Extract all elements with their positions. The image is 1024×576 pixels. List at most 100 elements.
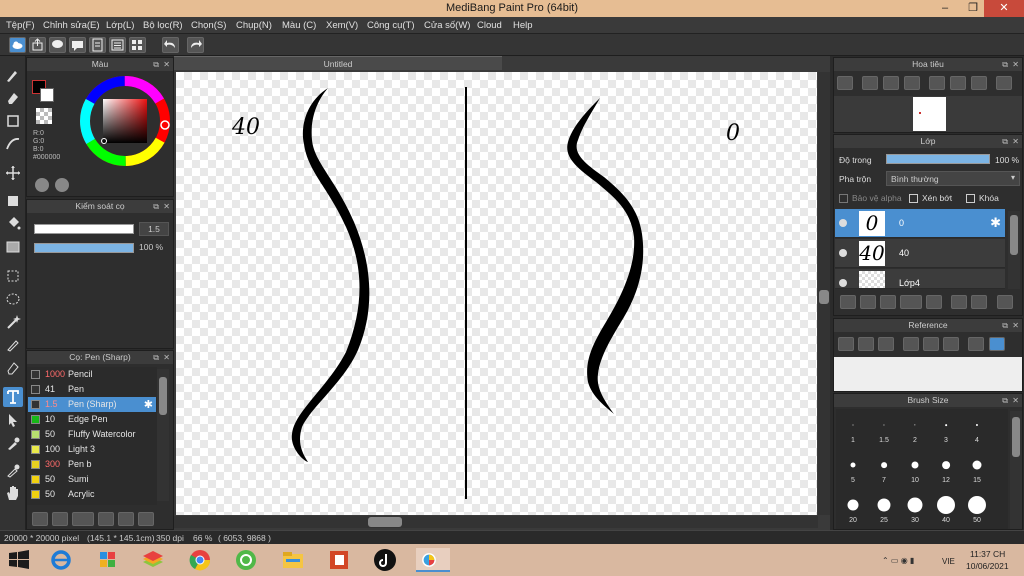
bucket-tool-icon[interactable] <box>3 214 23 234</box>
minimize-button[interactable]: – <box>932 0 958 17</box>
menu-help[interactable]: Help <box>513 20 533 31</box>
menu-tools[interactable]: Công cụ(T) <box>367 20 415 31</box>
eyedropper-tool-icon[interactable] <box>3 460 23 480</box>
bluestacks-icon[interactable] <box>140 548 166 572</box>
menu-file[interactable]: Tệp(F) <box>6 20 35 31</box>
navigator-preview[interactable] <box>834 96 1022 132</box>
menu-layer[interactable]: Lớp(L) <box>106 20 134 31</box>
folder-icon[interactable] <box>118 512 134 526</box>
internet-explorer-icon[interactable] <box>48 548 74 572</box>
rectangle-tool-icon[interactable] <box>3 111 23 131</box>
move-tool-icon[interactable] <box>3 163 23 183</box>
zoom-in-alt-icon[interactable] <box>862 76 878 90</box>
document-icon[interactable] <box>89 37 106 53</box>
new-halftone-layer-icon[interactable] <box>860 295 876 309</box>
green-app-icon[interactable] <box>233 548 259 572</box>
layer-row[interactable]: 40 40 <box>835 239 1005 268</box>
brush-list-item[interactable]: 41 Pen <box>28 382 156 397</box>
gradient-tool-icon[interactable] <box>3 237 23 257</box>
share-icon[interactable] <box>29 37 46 53</box>
brush-size-preset[interactable]: 2 <box>900 411 930 447</box>
hand-icon[interactable] <box>989 337 1005 351</box>
brush-size-preset[interactable]: 50 <box>962 491 992 527</box>
clock-date[interactable]: 10/06/2021 <box>966 561 1009 571</box>
new-8bit-layer-icon[interactable] <box>880 295 896 309</box>
brush-list-item[interactable]: 300 Pen b <box>28 457 156 472</box>
panel-close-icon[interactable]: ✕ <box>1012 319 1019 332</box>
layer-folder-icon[interactable] <box>926 295 942 309</box>
brush-tool-icon[interactable] <box>3 65 23 85</box>
flip-icon[interactable] <box>996 76 1012 90</box>
chrome-icon[interactable] <box>187 548 213 572</box>
cloud-icon[interactable] <box>838 337 854 351</box>
brush-size-preset[interactable]: 5 <box>838 451 868 487</box>
brush-size-value[interactable]: 1.5 <box>139 222 169 236</box>
tiktok-icon[interactable] <box>372 548 398 572</box>
transparent-color-swatch[interactable] <box>36 108 52 124</box>
new-layer-icon[interactable] <box>840 295 856 309</box>
fill-rect-tool-icon[interactable] <box>3 191 23 211</box>
brush-size-scrollbar[interactable] <box>1010 411 1022 529</box>
trash-icon[interactable] <box>997 295 1013 309</box>
clock-time[interactable]: 11:37 CH <box>970 549 1005 559</box>
cloud-icon[interactable] <box>9 37 26 53</box>
brush-list-item[interactable]: 50 Fluffy Watercolor <box>28 427 156 442</box>
list-icon[interactable] <box>109 37 126 53</box>
message-icon[interactable] <box>69 37 86 53</box>
panel-close-icon[interactable]: ✕ <box>1012 394 1019 407</box>
file-explorer-icon[interactable] <box>280 548 306 572</box>
reset-view-icon[interactable] <box>950 76 966 90</box>
duplicate-layer-icon[interactable] <box>951 295 967 309</box>
zoom-in-icon[interactable] <box>837 76 853 90</box>
brush-size-preset[interactable]: 12 <box>931 451 961 487</box>
brush-opacity-slider[interactable] <box>34 243 134 253</box>
gear-icon[interactable]: ✱ <box>990 215 1001 231</box>
panel-close-icon[interactable]: ✕ <box>163 200 170 213</box>
undock-icon[interactable]: ⧉ <box>1002 135 1008 148</box>
layer-opacity-slider[interactable] <box>886 154 990 164</box>
blend-mode-select[interactable]: Bình thường ▾ <box>886 171 1020 186</box>
hand-tool-icon[interactable] <box>3 483 23 503</box>
brush-size-preset[interactable]: 40 <box>931 491 961 527</box>
open-folder-icon[interactable] <box>858 337 874 351</box>
redo-icon[interactable] <box>187 37 204 53</box>
brush-list-item[interactable]: 50 Sumi <box>28 472 156 487</box>
layer-row[interactable]: Lớp4 <box>835 269 1005 289</box>
brush-list-item[interactable]: 10 Edge Pen <box>28 412 156 427</box>
undock-icon[interactable]: ⧉ <box>1002 58 1008 71</box>
reference-view[interactable] <box>834 357 1022 391</box>
new-brush-icon[interactable] <box>52 512 68 526</box>
undock-icon[interactable]: ⧉ <box>153 200 159 213</box>
text-tool-icon[interactable] <box>3 387 23 407</box>
fit-icon[interactable] <box>883 76 899 90</box>
zoom-out-icon[interactable] <box>943 337 959 351</box>
duplicate-icon[interactable] <box>138 512 154 526</box>
close-reference-icon[interactable] <box>878 337 894 351</box>
eyedropper-icon[interactable] <box>968 337 984 351</box>
add-brush-icon[interactable] <box>72 512 94 526</box>
brush-size-preset[interactable]: 10 <box>900 451 930 487</box>
language-indicator[interactable]: VIE <box>942 557 955 566</box>
lock-checkbox[interactable] <box>966 194 975 203</box>
menu-select[interactable]: Chọn(S) <box>191 20 226 31</box>
select-pen-tool-icon[interactable] <box>3 335 23 355</box>
panel-close-icon[interactable]: ✕ <box>1012 58 1019 71</box>
brush-size-preset[interactable]: 7 <box>869 451 899 487</box>
background-color-swatch[interactable] <box>40 88 54 102</box>
menu-window[interactable]: Cửa số(W) <box>424 20 470 31</box>
file-manager-icon[interactable] <box>95 548 121 572</box>
comment-icon[interactable] <box>49 37 66 53</box>
operation-tool-icon[interactable] <box>3 410 23 430</box>
undock-icon[interactable]: ⧉ <box>1002 319 1008 332</box>
brush-size-preset[interactable]: 15 <box>962 451 992 487</box>
brush-size-preset[interactable]: 30 <box>900 491 930 527</box>
rotate-right-icon[interactable] <box>971 76 987 90</box>
eye-icon[interactable] <box>839 249 847 257</box>
eraser-tool-icon[interactable] <box>3 88 23 108</box>
brush-size-preset[interactable]: 3 <box>931 411 961 447</box>
menu-view[interactable]: Xem(V) <box>326 20 358 31</box>
document-tab[interactable]: Untitled <box>174 56 502 70</box>
zoom-out-icon[interactable] <box>904 76 920 90</box>
brush-size-preset[interactable]: 25 <box>869 491 899 527</box>
palette-add-icon[interactable] <box>55 178 69 192</box>
